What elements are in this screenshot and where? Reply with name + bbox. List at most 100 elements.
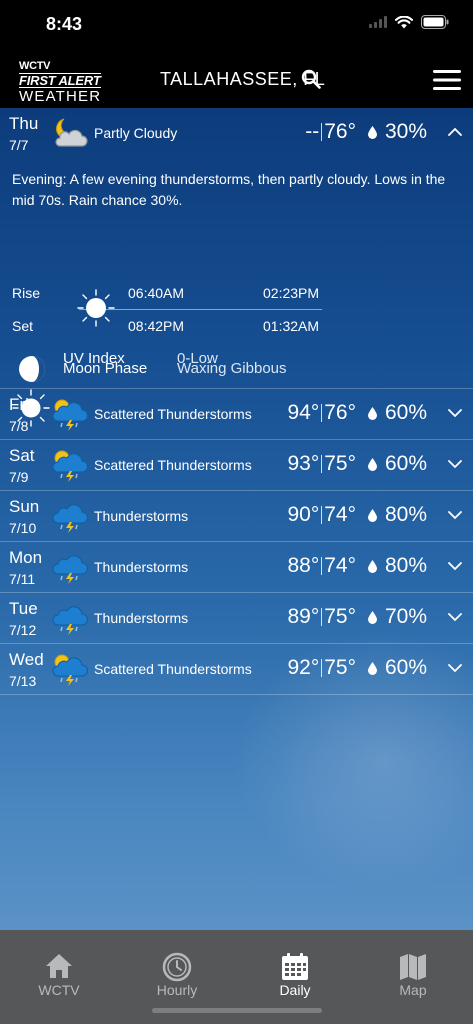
moonset-time: 01:32AM [263,318,320,334]
temperatures: 89° 75° [287,605,356,629]
rain-percent: 30% [385,120,428,143]
temp-divider [321,608,323,626]
forecast-row[interactable]: Sun 7/10 Thunderstorms 90° 74° 80% [0,491,473,542]
forecast-row[interactable]: Tue 7/12 Thunderstorms 89° 75° 70% [0,593,473,644]
chevron-down-icon[interactable] [448,459,462,469]
raindrop-icon [368,457,377,471]
thunderstorms-icon [52,504,88,533]
temperatures: 90° 74° [287,503,356,527]
calendar-icon [282,953,308,980]
narrative-text: : A few evening thunderstorms, then part… [12,171,446,208]
rain-chance: 80% [368,503,427,527]
day-name: Tue [9,599,38,618]
temp-divider [321,404,323,422]
day-date: 7/8 [9,418,29,434]
scattered-thunderstorms-icon [52,654,88,686]
rain-chance: 60% [368,656,427,680]
forecast-row-today[interactable]: Thu 7/7 Partly Cloudy -- 76° 30% [0,108,473,158]
chevron-down-icon[interactable] [448,663,462,673]
condition-text: Scattered Thunderstorms [94,661,252,677]
forecast-row[interactable]: Fri 7/8 Scattered Thunderstorms 94° 76° 60% [0,389,473,440]
chevron-down-icon[interactable] [448,510,462,520]
low-temp: 76° [324,120,356,143]
wifi-icon [395,15,413,28]
scattered-thunderstorms-icon [52,450,88,482]
map-icon [400,954,426,980]
raindrop-icon [368,508,377,522]
scattered-thunderstorms-icon [52,399,88,431]
clock-icon [162,952,192,982]
status-icons [369,15,449,29]
thunderstorms-icon [52,555,88,584]
tab-label-hourly: Hourly [156,982,198,998]
temperatures: 94° 76° [287,401,356,425]
forecast-row[interactable]: Mon 7/11 Thunderstorms 88° 74° 80% [0,542,473,593]
forecast-row[interactable]: Sat 7/9 Scattered Thunderstorms 93° 75° 60% [0,440,473,491]
day-name: Thu [9,114,39,133]
low-temp: 75° [324,605,356,628]
temp-divider [321,506,323,524]
temp-divider [321,557,323,575]
tab-hourly[interactable]: Hourly [118,930,236,1010]
forecast-days: Fri 7/8 Scattered Thunderstorms 94° 76° 60% Sa… [0,389,473,695]
narrative-label: Evening [12,171,63,187]
day-date: 7/10 [9,520,37,536]
set-label: Set [12,318,34,334]
temperatures: 93° 75° [287,452,356,476]
uv-index-value: 0-Low [177,350,218,367]
rise-label: Rise [12,285,41,301]
tab-wctv[interactable]: WCTV [0,930,118,1010]
status-bar: 8:43 [0,0,473,52]
chevron-down-icon[interactable] [448,408,462,418]
rain-percent: 60% [385,452,428,475]
day-name: Fri [9,395,29,414]
condition-text: Thunderstorms [94,508,189,524]
day-name: Wed [9,650,44,669]
day-date: 7/7 [9,137,29,153]
sun-icon [77,289,115,327]
high-temp: 92° [287,656,320,679]
day-date: 7/13 [9,673,37,689]
home-indicator [152,1008,322,1013]
sunrise-time: 06:40AM [128,285,185,301]
day-date: 7/12 [9,622,37,638]
low-temp: 76° [324,401,356,424]
rain-chance: 60% [368,452,427,476]
moon-phase-icon [19,356,45,382]
rain-chance: 70% [368,605,427,629]
uv-index-label: UV Index [63,350,125,367]
chevron-up-icon[interactable] [448,127,462,137]
rain-percent: 80% [385,503,428,526]
condition-text: Scattered Thunderstorms [94,457,252,473]
rain-chance: 30% [368,120,427,144]
daily-forecast-list[interactable]: Thu 7/7 Partly Cloudy -- 76° 30% Evening… [0,108,473,930]
thunderstorms-icon [52,606,88,635]
low-temp: 74° [324,503,356,526]
logo-first-alert: FIRST ALERT [19,73,101,88]
signal-icon [369,16,387,28]
day-date: 7/11 [9,571,36,587]
day-name: Mon [9,548,43,567]
rain-chance: 60% [368,401,427,425]
rain-percent: 60% [385,401,428,424]
chevron-down-icon[interactable] [448,561,462,571]
high-temp: 93° [287,452,320,475]
search-icon[interactable] [301,69,321,89]
partly-cloudy-night-icon [55,118,88,147]
rain-percent: 60% [385,656,428,679]
high-temp: 89° [287,605,320,628]
logo-weather: WEATHER [19,88,102,105]
wctv-first-alert-logo[interactable]: WCTV FIRST ALERT WEATHER [19,60,109,104]
logo-station: WCTV [19,60,51,72]
raindrop-icon [368,559,377,573]
hamburger-menu-icon[interactable] [433,69,461,91]
day-name: Sun [9,497,40,516]
forecast-row[interactable]: Wed 7/13 Scattered Thunderstorms 92° 75° 60% [0,644,473,695]
chevron-down-icon[interactable] [448,612,462,622]
moonrise-time: 02:23PM [263,285,320,301]
tab-map[interactable]: Map [354,930,472,1010]
high-temp: 88° [287,554,320,577]
high-temp: -- [305,120,320,143]
tab-daily[interactable]: Daily [236,930,354,1010]
condition-text: Thunderstorms [94,559,189,575]
